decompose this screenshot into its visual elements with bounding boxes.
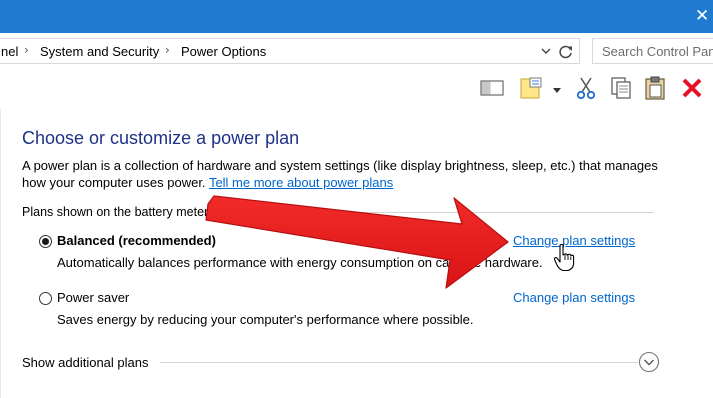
page-description: A power plan is a collection of hardware… (22, 157, 662, 191)
cut-icon[interactable] (573, 75, 599, 101)
plan-description-balanced: Automatically balances performance with … (57, 255, 543, 270)
chevron-down-icon[interactable] (539, 43, 553, 59)
additional-plans-divider (160, 362, 638, 363)
breadcrumb-separator-icon[interactable]: › (24, 43, 29, 57)
breadcrumb-power-options[interactable]: Power Options (181, 44, 266, 59)
address-bar[interactable]: nel › System and Security › Power Option… (0, 38, 580, 64)
breadcrumb-system-and-security[interactable]: System and Security (40, 44, 159, 59)
toolbar (0, 69, 713, 109)
delete-icon[interactable] (679, 75, 705, 101)
radio-balanced[interactable] (39, 235, 52, 248)
change-plan-settings-power-saver-link[interactable]: Change plan settings (513, 290, 635, 305)
plan-name-balanced[interactable]: Balanced (recommended) (57, 233, 216, 248)
search-box[interactable] (592, 38, 713, 64)
breadcrumb-control-panel[interactable]: nel (1, 44, 18, 59)
breadcrumb-separator-icon[interactable]: › (165, 43, 170, 57)
group-divider (228, 212, 654, 213)
copy-icon[interactable] (608, 75, 634, 101)
pane-divider (0, 109, 1, 398)
learn-more-link[interactable]: Tell me more about power plans (209, 175, 393, 190)
title-bar: ✕ (0, 0, 713, 33)
change-plan-settings-balanced-link[interactable]: Change plan settings (513, 233, 635, 248)
paste-icon[interactable] (642, 75, 668, 101)
dropdown-arrow-icon[interactable] (551, 75, 563, 101)
layout-pane-icon[interactable] (479, 75, 505, 101)
show-additional-plans-label[interactable]: Show additional plans (22, 355, 148, 370)
plan-name-power-saver[interactable]: Power saver (57, 290, 129, 305)
close-icon[interactable]: ✕ (695, 6, 709, 26)
page-title: Choose or customize a power plan (22, 128, 300, 148)
properties-icon[interactable] (518, 75, 544, 101)
expand-chevron-icon[interactable] (638, 351, 660, 373)
radio-power-saver[interactable] (39, 292, 52, 305)
refresh-icon[interactable] (557, 43, 575, 61)
search-input[interactable] (593, 39, 713, 63)
group-label: Plans shown on the battery meter (22, 205, 209, 219)
address-row: nel › System and Security › Power Option… (0, 33, 713, 69)
plan-description-power-saver: Saves energy by reducing your computer's… (57, 312, 474, 327)
